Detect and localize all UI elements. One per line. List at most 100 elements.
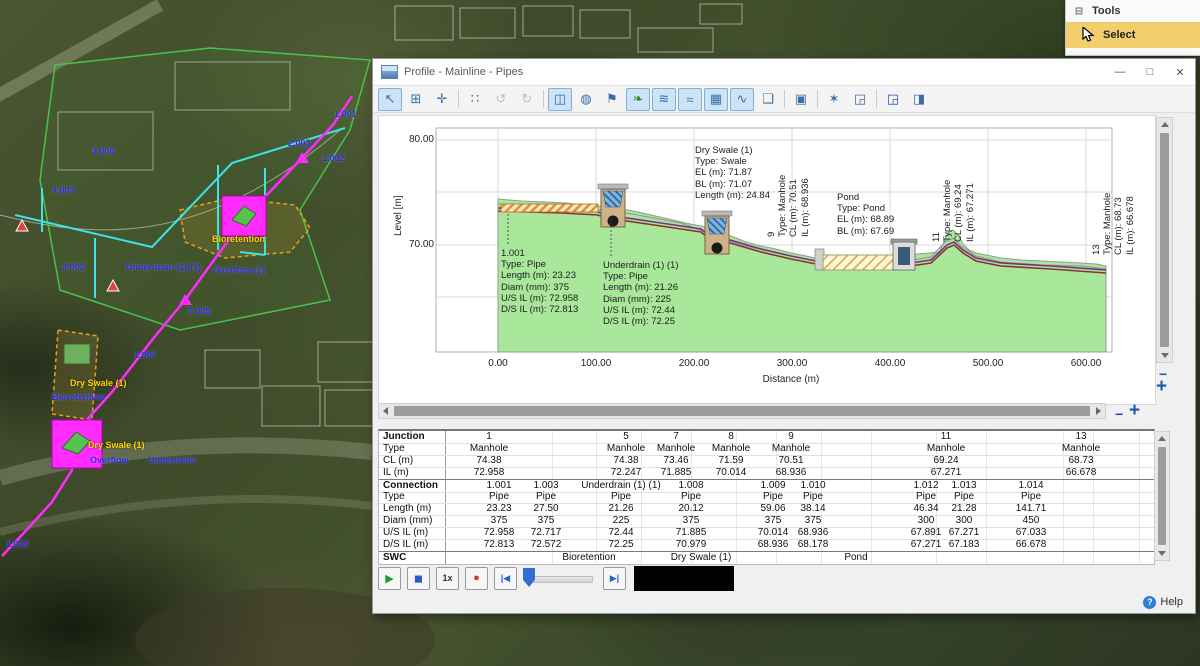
grid-snap-icon[interactable]: ∷: [463, 88, 487, 111]
table-cell[interactable]: Pipe: [916, 491, 936, 503]
hscroll-thumb[interactable]: [394, 406, 1090, 416]
table-cell[interactable]: Pipe: [954, 491, 974, 503]
table-cell[interactable]: 73.46: [663, 455, 688, 467]
scroll-down-icon[interactable]: [1161, 353, 1169, 358]
table-cell[interactable]: 38.14: [800, 503, 825, 515]
table-cell[interactable]: 71.59: [718, 455, 743, 467]
view-3d-icon[interactable]: ◫: [548, 88, 572, 111]
table-cell[interactable]: Dry Swale (1): [671, 552, 732, 564]
table-cell[interactable]: Manhole: [657, 443, 695, 455]
table-cell[interactable]: 141.71: [1016, 503, 1047, 515]
table-cell[interactable]: 375: [491, 515, 508, 527]
scroll-left-icon[interactable]: [383, 407, 388, 415]
table-cell[interactable]: 68.936: [776, 467, 807, 479]
table-cell[interactable]: 7: [673, 431, 679, 443]
help-link[interactable]: Help: [1160, 596, 1183, 608]
table-cell[interactable]: 72.717: [531, 527, 562, 539]
table-cell[interactable]: 375: [765, 515, 782, 527]
export-table-icon[interactable]: ◨: [907, 88, 931, 111]
vegetation-icon[interactable]: ❧: [626, 88, 650, 111]
table-cell[interactable]: 68.73: [1068, 455, 1093, 467]
table-cell[interactable]: 375: [805, 515, 822, 527]
table-cell[interactable]: 46.34: [913, 503, 938, 515]
vzoom-in-button[interactable]: +: [1156, 377, 1167, 396]
record-button[interactable]: ●: [465, 567, 488, 590]
table-cell[interactable]: 68.178: [798, 539, 829, 551]
table-cell[interactable]: 72.813: [484, 539, 515, 551]
play-button[interactable]: ▶: [378, 567, 401, 590]
table-cell[interactable]: 68.936: [758, 539, 789, 551]
chart-hscrollbar[interactable]: [378, 403, 1106, 419]
profile-view-icon[interactable]: ≋: [652, 88, 676, 111]
vscroll-thumb[interactable]: [1160, 133, 1169, 347]
table-cell[interactable]: 13: [1075, 431, 1086, 443]
table-cell[interactable]: 23.23: [486, 503, 511, 515]
table-cell[interactable]: Pipe: [611, 491, 631, 503]
close-button[interactable]: ✕: [1165, 60, 1195, 84]
table-cell[interactable]: 71.885: [661, 467, 692, 479]
table-cell[interactable]: 67.271: [911, 539, 942, 551]
profile-chart[interactable]: 80.00 70.00 Level [m] 0.00100.00200.0030…: [378, 115, 1156, 405]
tool-select[interactable]: Select: [1066, 22, 1200, 48]
table-cell[interactable]: Manhole: [470, 443, 508, 455]
table-cell[interactable]: Manhole: [712, 443, 750, 455]
table-cell[interactable]: Pipe: [681, 491, 701, 503]
table-cell[interactable]: 74.38: [613, 455, 638, 467]
table-scroll-up-icon[interactable]: [1158, 436, 1166, 441]
save-report-icon[interactable]: ◲: [881, 88, 905, 111]
table-cell[interactable]: 225: [613, 515, 630, 527]
collapse-icon[interactable]: ⊟: [1066, 6, 1092, 17]
table-cell[interactable]: 67.271: [931, 467, 962, 479]
table-cell[interactable]: 70.979: [676, 539, 707, 551]
section-flag-icon[interactable]: ⚑: [600, 88, 624, 111]
table-cell[interactable]: 70.014: [716, 467, 747, 479]
table-cell[interactable]: 72.247: [611, 467, 642, 479]
minimize-button[interactable]: —: [1105, 60, 1135, 84]
table-cell[interactable]: 66.678: [1066, 467, 1097, 479]
table-cell[interactable]: 450: [1023, 515, 1040, 527]
table-cell[interactable]: 72.572: [531, 539, 562, 551]
table-cell[interactable]: Manhole: [1062, 443, 1100, 455]
pause-button[interactable]: ◼: [407, 567, 430, 590]
table-cell[interactable]: 67.891: [911, 527, 942, 539]
table-cell[interactable]: 67.271: [949, 527, 980, 539]
skip-end-button[interactable]: ▶|: [603, 567, 626, 590]
scroll-right-icon[interactable]: [1096, 407, 1101, 415]
speed-button[interactable]: 1x: [436, 567, 459, 590]
table-cell[interactable]: 72.958: [474, 467, 505, 479]
table-vscroll-thumb[interactable]: [1158, 447, 1166, 545]
table-cell[interactable]: Bioretention: [562, 552, 615, 564]
table-cell[interactable]: 70.51: [778, 455, 803, 467]
table-cell[interactable]: 21.26: [608, 503, 633, 515]
table-cell[interactable]: 21.28: [951, 503, 976, 515]
window-titlebar[interactable]: Profile - Mainline - Pipes — □ ✕: [373, 59, 1195, 86]
table-cell[interactable]: 9: [788, 431, 794, 443]
maximize-button[interactable]: □: [1135, 60, 1165, 84]
table-cell[interactable]: Pipe: [763, 491, 783, 503]
table-cell[interactable]: 5: [623, 431, 629, 443]
timeline-slider[interactable]: [523, 568, 593, 588]
image-export-icon[interactable]: ▣: [789, 88, 813, 111]
table-cell[interactable]: 69.24: [933, 455, 958, 467]
profile-compare-icon[interactable]: ≈: [678, 88, 702, 111]
table-cell[interactable]: 375: [683, 515, 700, 527]
scroll-up-icon[interactable]: [1161, 122, 1169, 127]
slider-track[interactable]: [533, 576, 593, 583]
table-cell[interactable]: Pipe: [489, 491, 509, 503]
table-cell[interactable]: 71.885: [676, 527, 707, 539]
skip-start-button[interactable]: |◀: [494, 567, 517, 590]
hzoom-out-button[interactable]: −: [1115, 407, 1123, 421]
table-cell[interactable]: Pond: [844, 552, 867, 564]
table-cell[interactable]: 67.183: [949, 539, 980, 551]
table-cell[interactable]: 375: [538, 515, 555, 527]
table-cell[interactable]: 67.033: [1016, 527, 1047, 539]
table-cell[interactable]: 74.38: [476, 455, 501, 467]
table-cell[interactable]: Manhole: [607, 443, 645, 455]
table-cell[interactable]: Manhole: [927, 443, 965, 455]
export-page-icon[interactable]: ❏: [756, 88, 780, 111]
table-cell[interactable]: 59.06: [760, 503, 785, 515]
favorites-icon[interactable]: ✶: [822, 88, 846, 111]
results-table[interactable]: Junction157891113TypeManholeManholeManho…: [378, 429, 1155, 565]
hzoom-in-button[interactable]: +: [1129, 401, 1140, 420]
table-vscrollbar[interactable]: [1154, 431, 1170, 561]
